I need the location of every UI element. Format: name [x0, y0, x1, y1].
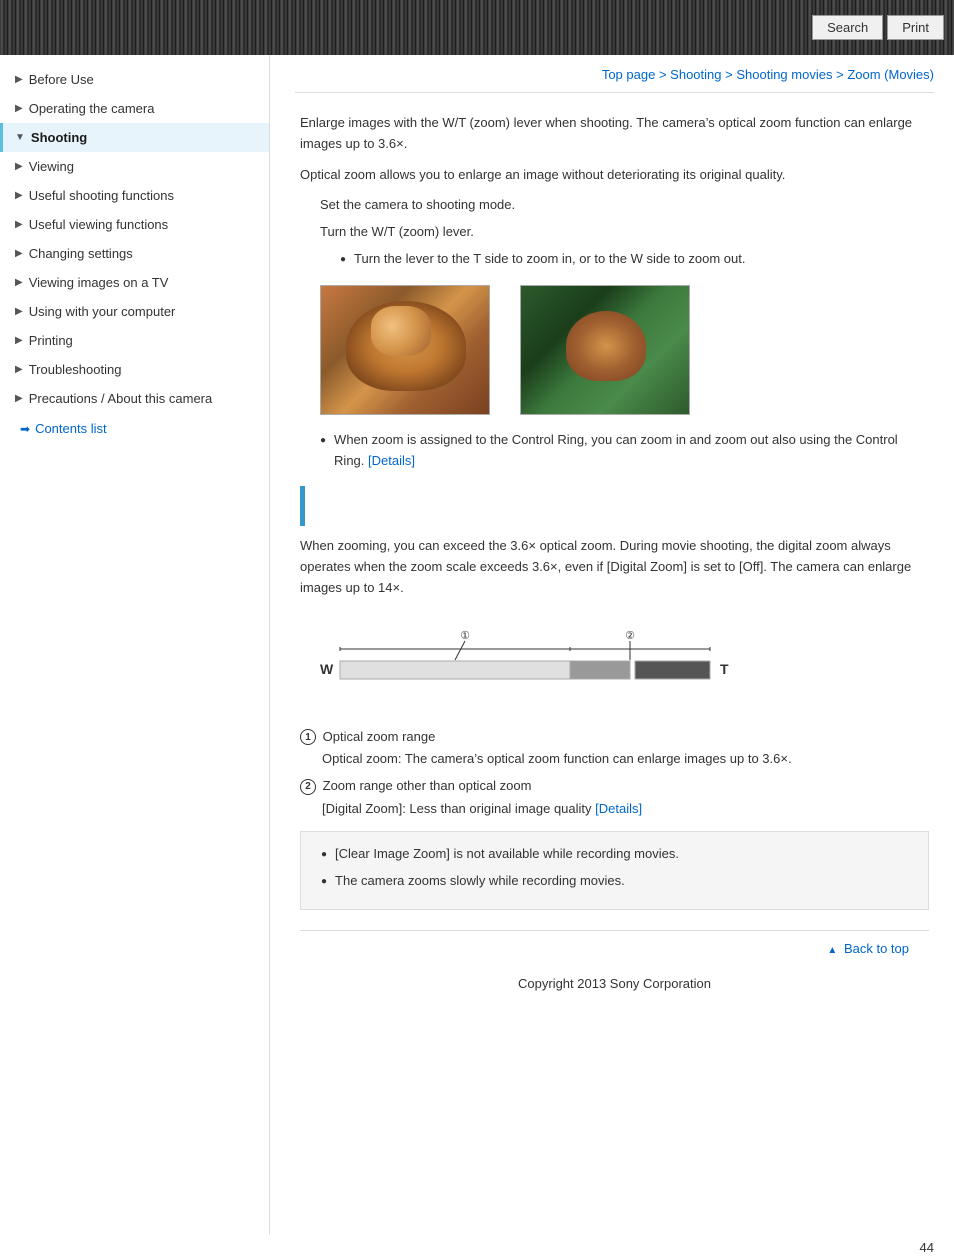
arrow-icon — [15, 74, 23, 85]
sidebar-item-printing[interactable]: Printing — [0, 326, 269, 355]
cat-image-closeup — [320, 285, 490, 415]
zoom-diagram-svg: W T ① ② — [310, 619, 740, 709]
sidebar-item-label: Printing — [29, 333, 73, 348]
control-ring-note: When zoom is assigned to the Control Rin… — [320, 430, 929, 472]
notes-section: [Clear Image Zoom] is not available whil… — [300, 831, 929, 911]
arrow-icon — [15, 393, 23, 404]
bullet-zoom-direction: Turn the lever to the T side to zoom in,… — [340, 249, 929, 270]
sidebar-item-useful-viewing[interactable]: Useful viewing functions — [0, 210, 269, 239]
breadcrumb-top[interactable]: Top page — [602, 67, 656, 82]
sidebar-item-label: Useful viewing functions — [29, 217, 168, 232]
arrow-icon — [15, 306, 23, 317]
intro-paragraph-1: Enlarge images with the W/T (zoom) lever… — [300, 113, 929, 155]
sidebar-item-label: Viewing images on a TV — [29, 275, 169, 290]
sidebar-item-precautions[interactable]: Precautions / About this camera — [0, 384, 269, 413]
step-2: Turn the W/T (zoom) lever. — [320, 222, 929, 243]
arrow-icon — [15, 103, 23, 114]
zoom-range-2-label: 2 Zoom range other than optical zoom — [300, 778, 929, 795]
zoom-range-2-text: Zoom range other than optical zoom — [323, 778, 532, 793]
content-area: Top page > Shooting > Shooting movies > … — [270, 55, 954, 1235]
sidebar-item-operating-camera[interactable]: Operating the camera — [0, 94, 269, 123]
contents-list-label: Contents list — [35, 421, 107, 436]
sidebar-item-label: Operating the camera — [29, 101, 155, 116]
arrow-icon — [15, 335, 23, 346]
sidebar-item-label: Before Use — [29, 72, 94, 87]
arrow-icon — [15, 364, 23, 375]
contents-list-arrow-icon: ➡ — [20, 422, 30, 436]
contents-list-link[interactable]: ➡ Contents list — [0, 413, 269, 444]
sidebar-item-useful-shooting[interactable]: Useful shooting functions — [0, 181, 269, 210]
sidebar-item-viewing-tv[interactable]: Viewing images on a TV — [0, 268, 269, 297]
sidebar-item-troubleshooting[interactable]: Troubleshooting — [0, 355, 269, 384]
sidebar-item-label: Troubleshooting — [29, 362, 122, 377]
arrow-icon — [15, 248, 23, 259]
svg-text:T: T — [720, 661, 729, 677]
header-buttons: Search Print — [812, 15, 944, 40]
arrow-icon — [15, 161, 23, 172]
breadcrumb-shooting[interactable]: Shooting — [670, 67, 721, 82]
zoom-range-2-desc: [Digital Zoom]: Less than original image… — [322, 801, 929, 816]
sidebar-item-changing-settings[interactable]: Changing settings — [0, 239, 269, 268]
sidebar-item-shooting[interactable]: Shooting — [0, 123, 269, 152]
sidebar-item-label: Using with your computer — [29, 304, 176, 319]
sidebar-item-label: Useful shooting functions — [29, 188, 174, 203]
copyright-text: Copyright 2013 Sony Corporation — [300, 966, 929, 1006]
triangle-up-icon — [827, 941, 840, 956]
sidebar-item-label: Precautions / About this camera — [29, 391, 213, 406]
step-1: Set the camera to shooting mode. — [320, 195, 929, 216]
sidebar-item-label: Shooting — [31, 130, 87, 145]
sidebar-item-using-computer[interactable]: Using with your computer — [0, 297, 269, 326]
circle-1: 1 — [300, 729, 316, 745]
intro-paragraph-2: Optical zoom allows you to enlarge an im… — [300, 165, 929, 186]
note-1: [Clear Image Zoom] is not available whil… — [321, 844, 913, 865]
sidebar-item-label: Viewing — [29, 159, 74, 174]
circle-2: 2 — [300, 779, 316, 795]
section-indicator-bar — [300, 486, 305, 526]
zoom-range-1-label: 1 Optical zoom range — [300, 729, 929, 746]
main-layout: Before Use Operating the camera Shooting… — [0, 55, 954, 1235]
details-link-2[interactable]: [Details] — [595, 801, 642, 816]
breadcrumb-zoom-movies[interactable]: Zoom (Movies) — [847, 67, 934, 82]
header: Search Print — [0, 0, 954, 55]
cat-image-zoomed-out — [520, 285, 690, 415]
print-button[interactable]: Print — [887, 15, 944, 40]
sidebar-item-viewing[interactable]: Viewing — [0, 152, 269, 181]
arrow-icon — [15, 219, 23, 230]
arrow-icon — [15, 132, 25, 143]
breadcrumb-sep2: > — [725, 67, 736, 82]
note-2: The camera zooms slowly while recording … — [321, 871, 913, 892]
sidebar: Before Use Operating the camera Shooting… — [0, 55, 270, 1235]
svg-text:②: ② — [625, 630, 635, 642]
zoom-diagram: W T ① ② — [310, 619, 929, 709]
zoom-range-1-desc: Optical zoom: The camera’s optical zoom … — [322, 751, 929, 766]
breadcrumb-sep3: > — [836, 67, 847, 82]
search-button[interactable]: Search — [812, 15, 883, 40]
footer: Back to top — [300, 930, 929, 966]
control-ring-text: When zoom is assigned to the Control Rin… — [334, 430, 929, 472]
bullet-text: Turn the lever to the T side to zoom in,… — [354, 249, 745, 270]
arrow-icon — [15, 190, 23, 201]
page-number: 44 — [0, 1235, 954, 1260]
breadcrumb: Top page > Shooting > Shooting movies > … — [295, 55, 934, 93]
arrow-icon — [15, 277, 23, 288]
images-row — [320, 285, 929, 415]
svg-text:①: ① — [460, 630, 470, 642]
zoom-range-1-text: Optical zoom range — [323, 729, 436, 744]
digital-zoom-paragraph: When zooming, you can exceed the 3.6× op… — [300, 536, 929, 598]
back-to-top-link[interactable]: Back to top — [827, 941, 909, 956]
svg-text:W: W — [320, 661, 334, 677]
content-body: Enlarge images with the W/T (zoom) lever… — [295, 113, 934, 1006]
sidebar-item-before-use[interactable]: Before Use — [0, 65, 269, 94]
sidebar-item-label: Changing settings — [29, 246, 133, 261]
breadcrumb-sep1: > — [659, 67, 670, 82]
breadcrumb-shooting-movies[interactable]: Shooting movies — [736, 67, 832, 82]
details-link-1[interactable]: [Details] — [368, 453, 415, 468]
